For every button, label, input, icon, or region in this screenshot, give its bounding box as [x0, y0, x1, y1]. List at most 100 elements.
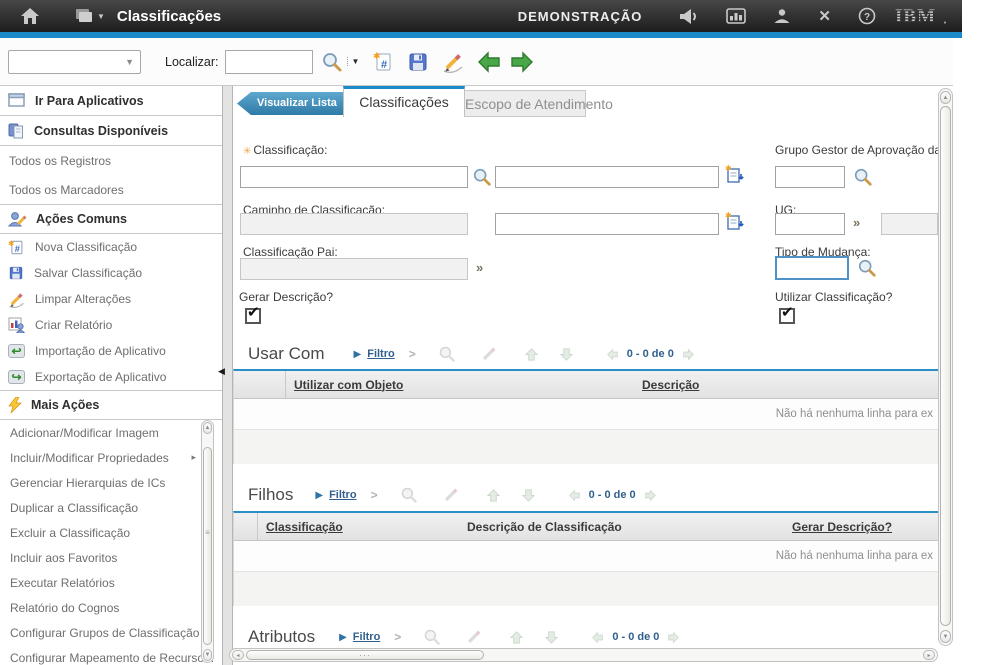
- atributos-title: Atributos: [248, 627, 315, 647]
- filter-link[interactable]: Filtro: [353, 631, 381, 643]
- more-action-manage-ci-hierarchies[interactable]: Gerenciar Hierarquias de ICs: [0, 470, 200, 495]
- announcements-icon[interactable]: [678, 8, 699, 25]
- long-description-icon[interactable]: ✱: [725, 165, 744, 184]
- sign-out-icon[interactable]: ✕: [818, 7, 831, 25]
- main-vertical-scrollbar[interactable]: ▲ ▼: [938, 88, 953, 646]
- more-action-add-modify-image[interactable]: Adicionar/Modificar Imagem: [0, 420, 200, 445]
- search-rows-icon-disabled: [438, 345, 456, 363]
- action-create-report[interactable]: Criar Relatório: [0, 312, 222, 338]
- sidebar-section-available-queries[interactable]: Consultas Disponíveis: [0, 116, 222, 146]
- more-action-add-to-favorites[interactable]: Incluir aos Favoritos: [0, 545, 200, 570]
- app-header: ▼ Classificações DEMONSTRAÇÃO ✕ ? IBM: [0, 0, 962, 32]
- home-icon[interactable]: [20, 7, 40, 25]
- go-to-applications-menu[interactable]: ▼: [74, 8, 105, 24]
- filhos-table-header: Classificação Descrição de Classificação…: [234, 513, 938, 541]
- approval-group-label: Grupo Gestor de Aprovação da Sol: [775, 143, 938, 157]
- column-utilizar-com-objeto[interactable]: Utilizar com Objeto: [286, 378, 634, 392]
- column-descricao[interactable]: Descrição: [634, 378, 938, 392]
- classification-select-icon[interactable]: [472, 167, 492, 187]
- profile-icon[interactable]: [773, 8, 791, 24]
- generate-description-checkbox[interactable]: ✔: [245, 308, 261, 324]
- filter-expand-icon[interactable]: ▶: [354, 349, 362, 360]
- scrollbar-thumb[interactable]: [940, 106, 951, 626]
- row-range-label: 0 - 0 de 0: [627, 348, 674, 360]
- previous-record-icon[interactable]: [477, 51, 501, 73]
- search-options-caret-icon[interactable]: ▼: [347, 57, 360, 66]
- more-action-delete-classification[interactable]: Excluir a Classificação: [0, 520, 200, 545]
- more-action-run-reports[interactable]: Executar Relatórios: [0, 570, 200, 595]
- filter-expand-icon[interactable]: ▶: [339, 632, 347, 643]
- action-save-classification[interactable]: Salvar Classificação: [0, 260, 222, 286]
- save-icon[interactable]: [407, 51, 429, 73]
- long-description-icon[interactable]: ✱: [725, 212, 744, 231]
- action-clear-changes[interactable]: Limpar Alterações: [0, 286, 222, 312]
- more-action-add-modify-properties[interactable]: Incluir/Modificar Propriedades ▸: [0, 445, 200, 470]
- action-new-classification[interactable]: #✱ Nova Classificação: [0, 234, 222, 260]
- query-all-bookmarks[interactable]: Todos os Marcadores: [0, 175, 222, 204]
- approval-group-select-icon[interactable]: [853, 167, 873, 187]
- ug-input[interactable]: [775, 213, 845, 235]
- path-description-input[interactable]: [495, 213, 719, 235]
- scroll-down-button[interactable]: ▼: [940, 630, 951, 643]
- action-export-application[interactable]: ↪ Exportação de Aplicativo: [0, 364, 222, 390]
- filter-expand-icon[interactable]: ▶: [315, 490, 323, 501]
- collapse-sidebar-icon[interactable]: ◀: [218, 366, 225, 377]
- more-action-cognos-report[interactable]: Relatório do Cognos: [0, 595, 200, 620]
- scroll-right-button[interactable]: ▸: [923, 650, 935, 660]
- dropdown-caret-icon[interactable]: ▼: [125, 57, 134, 67]
- more-action-configure-resource-mapping[interactable]: Configurar Mapeamento de Recurso...: [0, 645, 200, 665]
- select-row-column: [234, 513, 258, 540]
- scroll-up-button[interactable]: ▲: [203, 422, 212, 434]
- scroll-left-button[interactable]: ◂: [232, 650, 244, 660]
- sidebar-scrollbar[interactable]: ▲ ≡ ▼: [201, 420, 214, 663]
- view-list-button[interactable]: Visualizar Lista: [237, 92, 347, 115]
- query-all-records[interactable]: Todos os Registros: [0, 146, 222, 175]
- change-type-select-icon[interactable]: [857, 258, 877, 278]
- column-gerar-descricao[interactable]: Gerar Descrição?: [784, 520, 938, 534]
- search-icon[interactable]: [321, 51, 343, 73]
- scrollbar-grip: ···: [359, 650, 371, 660]
- tab-classificacoes[interactable]: Classificações: [343, 86, 465, 117]
- star-glyph: ✱: [725, 165, 732, 173]
- filter-link[interactable]: Filtro: [329, 489, 357, 501]
- approval-group-input[interactable]: [775, 166, 845, 188]
- filhos-table: Classificação Descrição de Classificação…: [233, 511, 938, 606]
- row-range-label: 0 - 0 de 0: [612, 631, 659, 643]
- app-window: ▼ Classificações DEMONSTRAÇÃO ✕ ? IBM: [0, 0, 989, 665]
- atributos-section-header: Atributos ▶ Filtro > 0 - 0 de 0: [233, 624, 938, 648]
- sidebar-section-common-actions[interactable]: Ações Comuns: [0, 204, 222, 234]
- sidebar-section-go-to-applications[interactable]: Ir Para Aplicativos: [0, 86, 222, 116]
- sidebar-splitter[interactable]: ◀: [222, 86, 233, 665]
- new-record-icon[interactable]: #✱: [372, 51, 394, 73]
- more-action-duplicate-classification[interactable]: Duplicar a Classificação: [0, 495, 200, 520]
- scrollbar-grip: ≡: [204, 528, 211, 537]
- scrollbar-thumb[interactable]: ···: [246, 650, 484, 660]
- scroll-up-button[interactable]: ▲: [940, 91, 951, 104]
- main-horizontal-scrollbar[interactable]: ◂ ··· ▸: [229, 648, 938, 662]
- ug-detail-menu-icon[interactable]: »: [853, 215, 859, 230]
- change-type-input[interactable]: [775, 256, 849, 280]
- previous-page-icon-disabled: [486, 488, 501, 503]
- classification-description-input[interactable]: [495, 166, 719, 188]
- column-classificacao[interactable]: Classificação: [258, 520, 459, 534]
- filter-link[interactable]: Filtro: [367, 348, 395, 360]
- sidebar-section-label: Consultas Disponíveis: [34, 124, 168, 138]
- action-import-application[interactable]: ↩ Importação de Aplicativo: [0, 338, 222, 364]
- sidebar: Ir Para Aplicativos Consultas Disponívei…: [0, 86, 222, 665]
- scroll-down-button[interactable]: ▼: [203, 649, 212, 661]
- more-action-configure-classification-groups[interactable]: Configurar Grupos de Classificação ...: [0, 620, 200, 645]
- tab-escopo-de-atendimento[interactable]: Escopo de Atendimento: [465, 90, 586, 117]
- use-classification-checkbox[interactable]: ✔: [779, 308, 795, 324]
- find-input[interactable]: [225, 50, 313, 74]
- sidebar-section-more-actions[interactable]: Mais Ações: [0, 390, 222, 420]
- parent-detail-menu-icon[interactable]: »: [476, 260, 482, 275]
- usar-com-section-header: Usar Com ▶ Filtro > 0 - 0 de 0: [233, 341, 938, 367]
- classification-input[interactable]: [240, 166, 468, 188]
- clear-changes-icon[interactable]: [442, 51, 464, 73]
- main-content: Visualizar Lista Classificações Escopo d…: [233, 86, 938, 648]
- scrollbar-thumb[interactable]: ≡: [203, 447, 212, 645]
- next-record-icon[interactable]: [510, 51, 534, 73]
- help-icon[interactable]: ?: [858, 7, 876, 25]
- reports-icon[interactable]: [726, 8, 746, 24]
- query-select[interactable]: ▼: [8, 50, 141, 74]
